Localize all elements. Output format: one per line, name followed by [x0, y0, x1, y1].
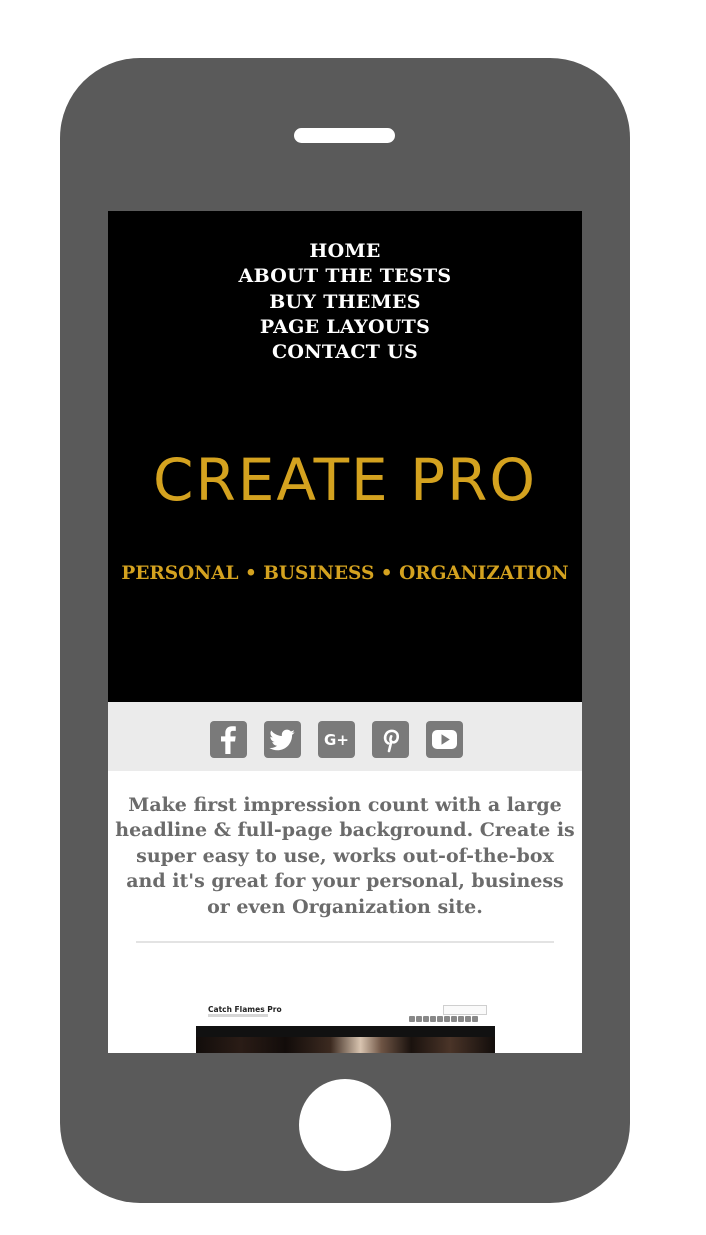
intro-line: Make first impression count with a large	[128, 794, 562, 816]
phone-speaker	[294, 128, 395, 143]
preview-social-icon	[437, 1016, 443, 1022]
main-nav: HOME ABOUT THE TESTS BUY THEMES PAGE LAY…	[108, 239, 582, 365]
preview-site-tagline	[208, 1014, 268, 1017]
intro-line: super easy to use, works out-of-the-box	[136, 844, 554, 867]
hero-section: HOME ABOUT THE TESTS BUY THEMES PAGE LAY…	[108, 211, 582, 702]
nav-item-contact-us[interactable]: CONTACT US	[108, 340, 582, 365]
nav-item-home[interactable]: HOME	[108, 239, 582, 264]
preview-social-icon	[423, 1016, 429, 1022]
svg-text:G+: G+	[324, 731, 349, 749]
theme-preview-screenshot[interactable]: Catch Flames Pro	[196, 998, 495, 1053]
social-bar: G+	[108, 702, 582, 771]
preview-hero-image	[196, 1037, 495, 1053]
phone-home-button[interactable]	[299, 1079, 391, 1171]
preview-social-icon	[409, 1016, 415, 1022]
facebook-icon[interactable]	[210, 721, 247, 758]
social-icons: G+	[210, 721, 463, 758]
site-tagline: PERSONAL • BUSINESS • ORGANIZATION	[121, 563, 569, 584]
twitter-icon[interactable]	[264, 721, 301, 758]
youtube-icon[interactable]	[426, 721, 463, 758]
nav-item-buy-themes[interactable]: BUY THEMES	[108, 290, 582, 315]
preview-social-icon	[465, 1016, 471, 1022]
preview-site-title: Catch Flames Pro	[208, 1005, 282, 1014]
preview-social-icon	[451, 1016, 457, 1022]
preview-nav-bar	[196, 1026, 495, 1037]
preview-social-icon	[472, 1016, 478, 1022]
phone-screen: HOME ABOUT THE TESTS BUY THEMES PAGE LAY…	[108, 211, 582, 1053]
intro-line: headline & full-page background. Create …	[115, 819, 575, 842]
intro-line: and it's great for your personal, busine…	[126, 870, 564, 893]
section-divider	[136, 941, 554, 943]
intro-line: or even Organization site.	[207, 895, 483, 918]
site-title: CREATE PRO	[152, 446, 538, 514]
preview-social-icon	[416, 1016, 422, 1022]
preview-search-box	[443, 1005, 487, 1015]
preview-social-icons	[409, 1016, 478, 1022]
preview-social-icon	[430, 1016, 436, 1022]
intro-text: Make first impression count with a large…	[108, 793, 582, 920]
preview-social-icon	[444, 1016, 450, 1022]
google-plus-icon[interactable]: G+	[318, 721, 355, 758]
nav-item-page-layouts[interactable]: PAGE LAYOUTS	[108, 315, 582, 340]
preview-social-icon	[458, 1016, 464, 1022]
nav-item-about-the-tests[interactable]: ABOUT THE TESTS	[108, 264, 582, 289]
pinterest-icon[interactable]	[372, 721, 409, 758]
